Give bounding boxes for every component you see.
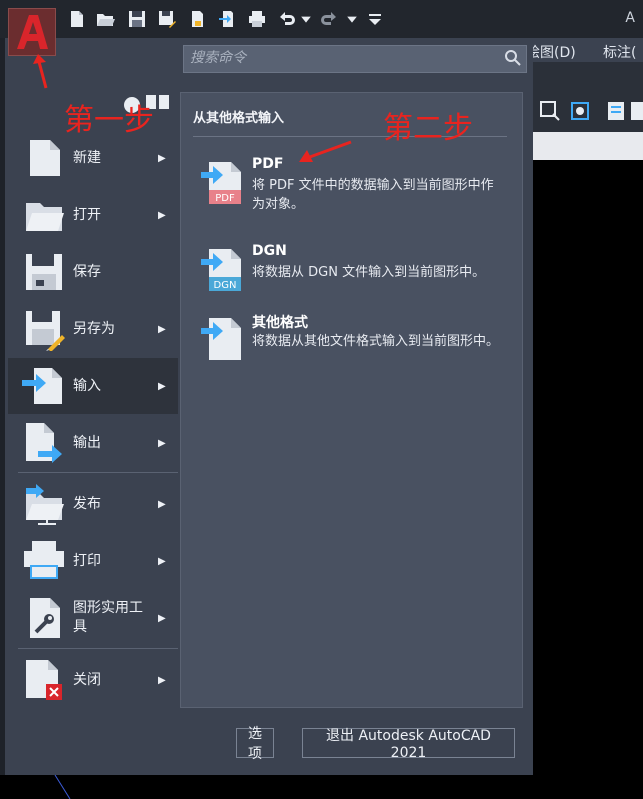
customize-icon[interactable] xyxy=(364,8,386,30)
menu-item-publish[interactable]: 发布 ▶ xyxy=(8,476,178,532)
ribbon-tab-draw[interactable]: 绘图(D) xyxy=(526,42,576,62)
close-document-icon xyxy=(26,660,62,700)
menu-item-label: 保存 xyxy=(73,263,101,280)
print-icon[interactable] xyxy=(246,8,268,30)
options-button[interactable]: 选项 xyxy=(236,726,274,762)
save-disk-icon xyxy=(26,254,62,290)
submenu-arrow-icon: ▶ xyxy=(158,437,166,449)
step1-annotation: 第一步 xyxy=(64,103,154,138)
undo-icon[interactable] xyxy=(276,8,298,30)
submenu-arrow-icon: ▶ xyxy=(158,612,166,624)
ribbon-panel xyxy=(533,62,643,132)
group-select-icon xyxy=(571,102,589,120)
drawing-utilities-icon xyxy=(30,598,60,638)
new-document-icon xyxy=(30,140,60,176)
menu-item-label: 图形实用工具 xyxy=(73,600,143,635)
properties-icon xyxy=(608,102,624,120)
search-box[interactable] xyxy=(183,45,527,73)
submenu-arrow-icon: ▶ xyxy=(158,498,166,510)
drawing-canvas-bottom[interactable] xyxy=(0,775,533,799)
new-icon[interactable] xyxy=(66,8,88,30)
submenu-heading: 从其他格式输入 xyxy=(193,111,285,126)
open-icon[interactable] xyxy=(94,8,116,30)
submenu-arrow-icon: ▶ xyxy=(158,555,166,567)
plot-preview-icon[interactable] xyxy=(186,8,208,30)
redo-icon[interactable] xyxy=(318,8,340,30)
save-icon[interactable] xyxy=(126,8,148,30)
import-dgn-item[interactable]: DGN DGN 将数据从 DGN 文件输入到当前图形中。 xyxy=(195,243,515,293)
save-as-icon xyxy=(26,311,65,351)
exit-autocad-button[interactable]: 退出 Autodesk AutoCAD 2021 xyxy=(302,728,515,761)
menu-item-label: 输出 xyxy=(73,434,101,451)
submenu-arrow-icon: ▶ xyxy=(158,152,166,164)
application-button[interactable] xyxy=(8,8,56,56)
step2-annotation: 第二步 xyxy=(383,111,473,146)
import-dgn-description: 将数据从 DGN 文件输入到当前图形中。 xyxy=(252,265,486,280)
file-tab-strip xyxy=(533,132,643,160)
submenu-arrow-icon: ▶ xyxy=(158,209,166,221)
other-formats-file-icon xyxy=(201,318,241,360)
menu-divider xyxy=(18,472,178,473)
panel-icon xyxy=(631,102,643,120)
printer-icon xyxy=(24,541,64,579)
pdf-badge-text: PDF xyxy=(215,193,235,204)
menu-item-label: 另存为 xyxy=(73,320,115,337)
menu-item-saveas[interactable]: 另存为 ▶ xyxy=(8,301,178,357)
import-other-formats-title: 其他格式 xyxy=(252,315,308,331)
submenu-arrow-icon: ▶ xyxy=(158,323,166,335)
menu-item-label: 发布 xyxy=(73,495,101,512)
import-pdf-description: 将 PDF 文件中的数据输入到当前图形中作为对象。 xyxy=(252,178,494,212)
export-icon xyxy=(26,423,62,463)
saveas-icon[interactable] xyxy=(156,8,178,30)
search-icon[interactable] xyxy=(504,49,522,67)
search-input[interactable] xyxy=(184,46,496,70)
import-pdf-title: PDF xyxy=(252,156,284,172)
submenu-arrow-icon: ▶ xyxy=(158,380,166,392)
rectangle-select-icon xyxy=(540,101,560,121)
step1-arrow-icon xyxy=(33,54,48,89)
step2-arrow-icon xyxy=(299,140,352,162)
import-other-formats-description: 将数据从其他文件格式输入到当前图形中。 xyxy=(252,334,500,349)
title-fragment: A xyxy=(625,10,635,26)
export-icon[interactable] xyxy=(216,8,238,30)
menu-item-save[interactable]: 保存 xyxy=(8,244,178,300)
menu-item-print[interactable]: 打印 ▶ xyxy=(8,533,178,589)
drawing-canvas[interactable] xyxy=(533,160,643,799)
redo-dropdown-icon[interactable] xyxy=(346,8,358,30)
menu-item-open[interactable]: 打开 ▶ xyxy=(8,187,178,243)
menu-item-label: 打印 xyxy=(73,552,101,569)
undo-dropdown-icon[interactable] xyxy=(300,8,312,30)
dgn-file-icon: DGN xyxy=(201,249,241,291)
menu-item-import[interactable]: 输入 ▶ xyxy=(8,358,178,414)
menu-item-label: 关闭 xyxy=(73,671,101,688)
pdf-file-icon: PDF xyxy=(201,162,241,204)
menu-item-export[interactable]: 输出 ▶ xyxy=(8,415,178,471)
submenu-arrow-icon: ▶ xyxy=(158,674,166,686)
import-pdf-item[interactable]: PDF PDF 将 PDF 文件中的数据输入到当前图形中作为对象。 xyxy=(195,156,515,216)
open-folder-icon xyxy=(26,203,64,231)
menu-item-label: 打开 xyxy=(73,206,101,223)
import-other-formats-item[interactable]: 其他格式 将数据从其他文件格式输入到当前图形中。 xyxy=(195,312,515,372)
menu-item-close[interactable]: 关闭 ▶ xyxy=(8,652,178,708)
import-icon xyxy=(22,368,62,404)
ribbon-tab-annotate[interactable]: 标注( xyxy=(603,42,636,62)
autocad-logo-icon xyxy=(17,15,48,49)
publish-icon xyxy=(26,484,64,525)
menu-item-label: 新建 xyxy=(73,149,101,166)
dgn-badge-text: DGN xyxy=(214,280,237,291)
menu-item-drawing-utilities[interactable]: 图形实用工具 ▶ xyxy=(8,590,178,646)
menu-item-label: 输入 xyxy=(73,377,101,394)
menu-divider xyxy=(18,648,178,649)
import-dgn-title: DGN xyxy=(252,243,287,259)
